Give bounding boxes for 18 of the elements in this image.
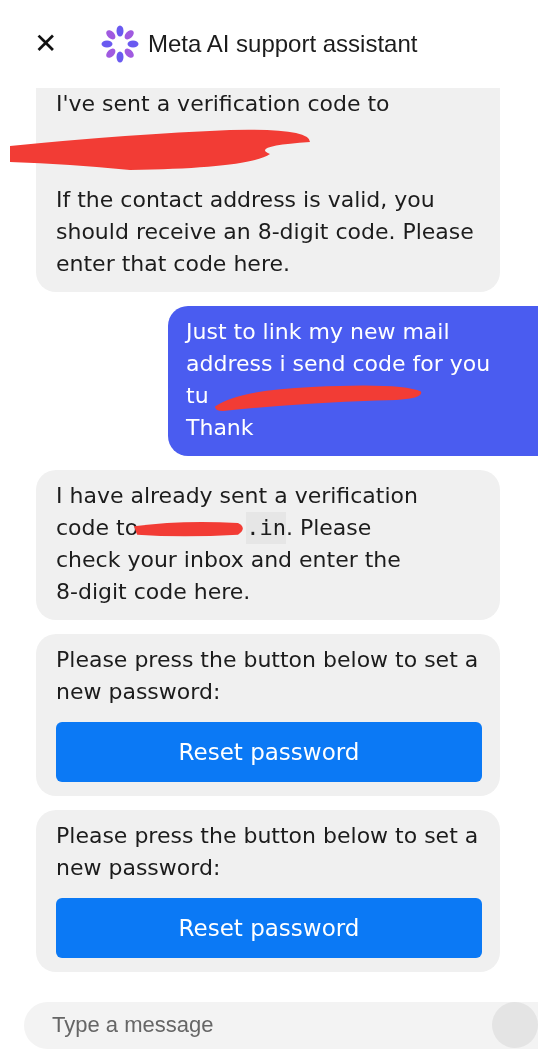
message-text: . Please	[285, 513, 372, 542]
message-text: If the contact address is valid, you should receive an 8-digit code. Please enter that code here.	[56, 185, 475, 278]
flower-logo-icon	[100, 23, 140, 64]
message-text: I've sent a verification code to	[56, 89, 391, 118]
message-text: tu	[186, 381, 209, 410]
reset-password-button[interactable]: Reset password	[56, 721, 482, 782]
chat-title: Meta AI support assistant	[148, 29, 418, 58]
message-text: Please press the button below to set a new password:	[56, 645, 480, 706]
message-field[interactable]: Type a message	[50, 1011, 492, 1040]
message-text: check your inbox and enter the	[56, 545, 402, 574]
close-button[interactable]: ✕	[34, 27, 64, 61]
code-text: .in	[246, 511, 286, 544]
message-text: Please press the button below to set a new password:	[56, 821, 480, 882]
message-text: I have already sent a verification	[56, 481, 419, 510]
reset-password-button[interactable]: Reset password	[56, 897, 482, 958]
message-input-bar[interactable]: Type a message	[24, 1001, 538, 1049]
message-text: 8-digit code here.	[56, 577, 252, 606]
message-text: Thank	[186, 413, 254, 442]
